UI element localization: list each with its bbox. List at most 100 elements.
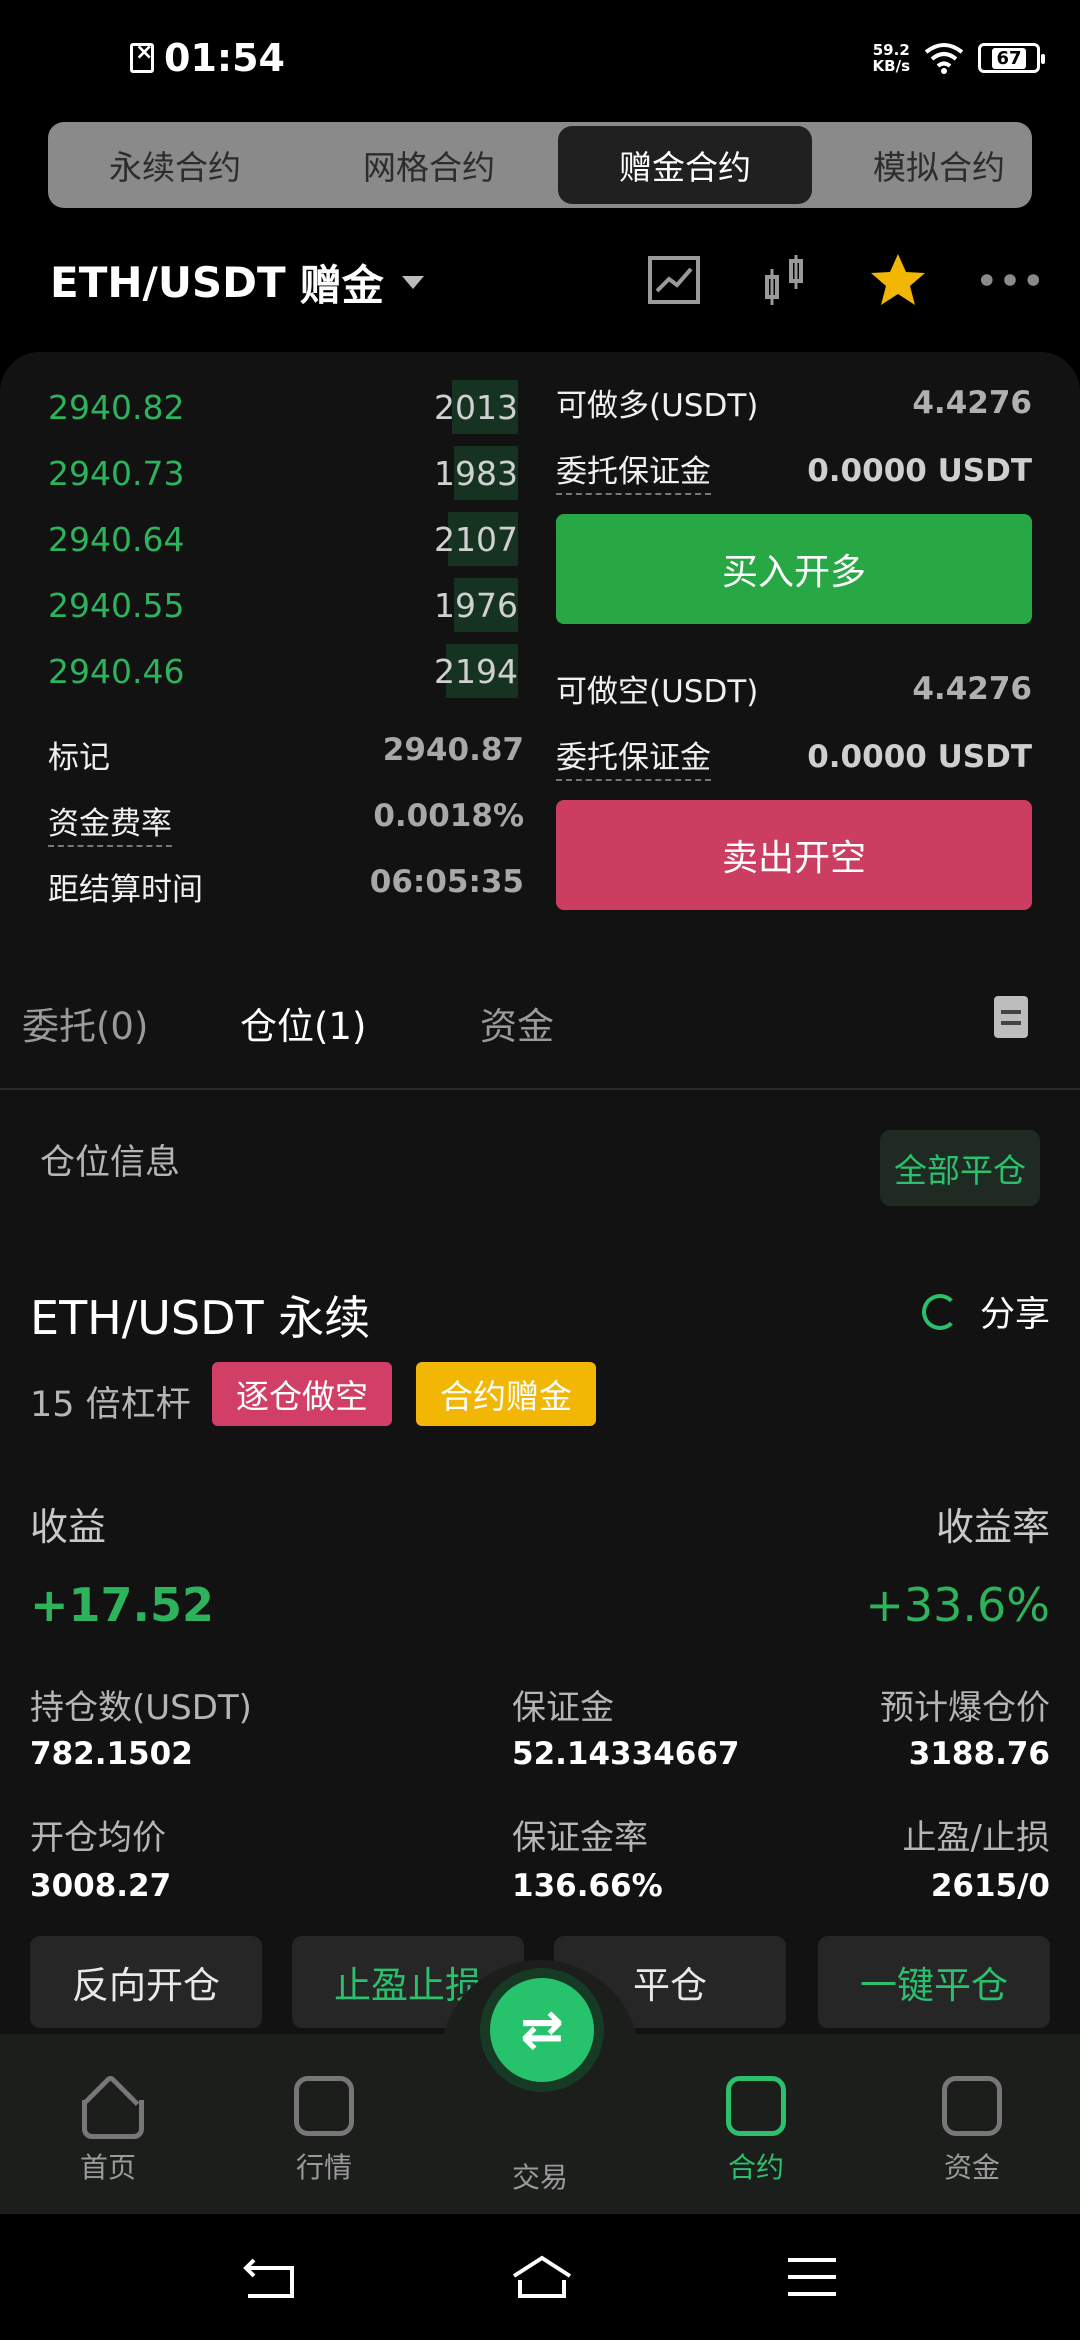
short-margin-label[interactable]: 委托保证金: [556, 732, 711, 781]
wallet-icon: [942, 2076, 1002, 2136]
contract-icon: [726, 2076, 786, 2136]
tab-orders[interactable]: 委托(0): [22, 996, 148, 1050]
bid-price: 2940.46: [48, 651, 185, 691]
bid-price: 2940.82: [48, 387, 185, 427]
nav-market[interactable]: 行情: [254, 2076, 394, 2186]
mark-price-value: 2940.87: [382, 732, 524, 768]
divider: [0, 1088, 1080, 1090]
header-actions: [644, 250, 1040, 310]
nav-contract-label: 合约: [727, 2151, 784, 2184]
net-speed-value: 59.2: [872, 41, 910, 59]
funding-rate-value: 0.0018%: [373, 798, 524, 834]
trade-swap-icon[interactable]: ⇄: [490, 1978, 594, 2082]
short-available-row: 可做空(USDT) 4.4276: [556, 666, 1032, 711]
bonus-badge: 合约赠金: [416, 1362, 596, 1426]
share-label: 分享: [979, 1295, 1050, 1335]
bid-qty: 2013: [434, 387, 518, 427]
bid-qty: 1983: [434, 453, 518, 493]
liq-price-label: 预计爆仓价: [880, 1688, 1050, 1728]
settle-time-row: 距结算时间 06:05:35: [48, 864, 524, 909]
mark-price-row: 标记 2940.87: [48, 732, 524, 777]
reverse-open-button[interactable]: 反向开仓: [30, 1936, 262, 2028]
settle-time-value: 06:05:35: [369, 864, 524, 900]
orderbook-row[interactable]: 2940.46 2194: [48, 638, 518, 704]
status-right: 59.2 KB/s 67: [873, 42, 1045, 74]
tab-bonus[interactable]: 赠金合约: [558, 126, 812, 204]
short-margin-value: 0.0000 USDT: [807, 738, 1032, 775]
bid-qty: 2107: [434, 519, 518, 559]
margin-value: 52.14334667: [512, 1736, 740, 1772]
roe-value: +33.6%: [865, 1578, 1050, 1632]
nav-contract[interactable]: 合约: [686, 2076, 826, 2186]
tab-perpetual[interactable]: 永续合约: [48, 126, 302, 204]
margin-rate-label: 保证金率: [512, 1818, 648, 1858]
clock: 01:54: [164, 36, 285, 80]
caret-down-icon: [401, 276, 424, 289]
share-button[interactable]: 分享: [921, 1286, 1050, 1337]
battery-icon: 67: [978, 43, 1045, 73]
share-icon: [921, 1293, 958, 1330]
roe-label: 收益率: [935, 1505, 1050, 1549]
settle-time-label: 距结算时间: [48, 872, 203, 908]
nav-home[interactable]: 首页: [38, 2076, 178, 2186]
mark-price-label: 标记: [48, 740, 110, 776]
nav-assets-label: 资金: [943, 2151, 1000, 2184]
nav-home-label: 首页: [79, 2151, 136, 2184]
home-sys-icon[interactable]: [510, 2254, 572, 2300]
size-value: 782.1502: [30, 1736, 193, 1772]
long-available-row: 可做多(USDT) 4.4276: [556, 380, 1032, 425]
pnl-label: 收益: [30, 1505, 107, 1549]
leverage-label: 15 倍杠杆: [30, 1385, 191, 1425]
margin-label: 保证金: [512, 1688, 614, 1728]
sell-short-button[interactable]: 卖出开空: [556, 800, 1032, 910]
orderbook-row[interactable]: 2940.82 2013: [48, 374, 518, 440]
no-sim-icon: [130, 40, 154, 73]
battery-level: 67: [992, 47, 1026, 69]
tpsl-label: 止盈/止损: [902, 1818, 1050, 1858]
tpsl-value: 2615/0: [930, 1868, 1050, 1904]
orderbook-row[interactable]: 2940.73 1983: [48, 440, 518, 506]
short-available-label: 可做空(USDT): [556, 674, 759, 710]
tab-grid[interactable]: 网格合约: [302, 126, 556, 204]
nav-trade-label[interactable]: 交易: [470, 2156, 610, 2196]
star-icon[interactable]: [868, 250, 928, 310]
long-margin-row: 委托保证金 0.0000 USDT: [556, 446, 1032, 495]
entry-price-label: 开仓均价: [30, 1818, 166, 1858]
orderbook-row[interactable]: 2940.64 2107: [48, 506, 518, 572]
buy-long-button[interactable]: 买入开多: [556, 514, 1032, 624]
status-time: 01:54: [130, 36, 285, 80]
net-speed-unit: KB/s: [872, 57, 910, 75]
pnl-value: +17.52: [30, 1578, 215, 1632]
bid-qty: 2194: [434, 651, 518, 691]
pair-mode: 赠金: [299, 261, 384, 310]
funding-rate-label: 资金费率: [48, 798, 172, 847]
wifi-icon: [924, 43, 964, 74]
nav-market-label: 行情: [295, 2151, 352, 2184]
home-icon: [78, 2076, 144, 2139]
chart-icon[interactable]: [644, 250, 704, 310]
close-all-button[interactable]: 全部平仓: [880, 1130, 1040, 1206]
bid-price: 2940.64: [48, 519, 185, 559]
more-icon[interactable]: [980, 250, 1040, 310]
bid-qty: 1976: [434, 585, 518, 625]
document-icon[interactable]: [994, 996, 1028, 1038]
pair-symbol: ETH/USDT: [50, 258, 286, 307]
market-icon: [294, 2076, 354, 2136]
long-margin-label[interactable]: 委托保证金: [556, 446, 711, 495]
back-icon[interactable]: [240, 2254, 300, 2300]
pair-selector[interactable]: ETH/USDT 赠金: [50, 252, 424, 313]
net-speed: 59.2 KB/s: [873, 42, 910, 74]
tab-positions[interactable]: 仓位(1): [240, 996, 366, 1050]
short-margin-row: 委托保证金 0.0000 USDT: [556, 732, 1032, 781]
funding-rate-row[interactable]: 资金费率 0.0018%: [48, 798, 524, 847]
margin-rate-value: 136.66%: [512, 1868, 663, 1904]
long-available-label: 可做多(USDT): [556, 388, 759, 424]
kline-icon[interactable]: [756, 250, 816, 310]
tab-demo[interactable]: 模拟合约: [812, 126, 1032, 204]
tab-funds[interactable]: 资金: [480, 996, 554, 1050]
nav-assets[interactable]: 资金: [902, 2076, 1042, 2186]
one-click-close-button[interactable]: 一键平仓: [818, 1936, 1050, 2028]
short-available-value: 4.4276: [912, 670, 1032, 707]
menu-icon[interactable]: [782, 2254, 842, 2300]
orderbook-row[interactable]: 2940.55 1976: [48, 572, 518, 638]
